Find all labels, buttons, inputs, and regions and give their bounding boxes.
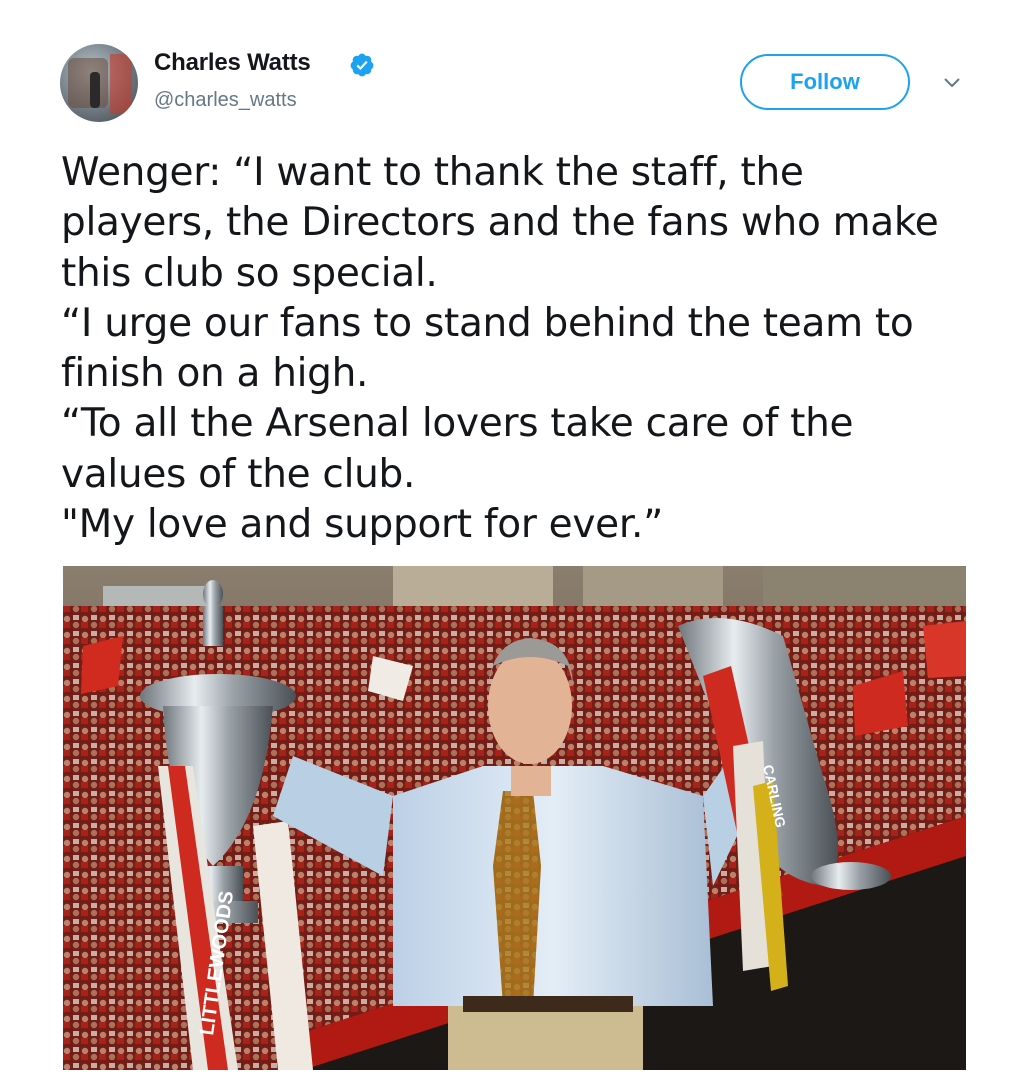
tweet-line: “I urge our fans to stand behind the tea… xyxy=(61,300,914,346)
tweet-line: players, the Directors and the fans who … xyxy=(61,200,939,246)
tweet-photo[interactable]: LITTLEWOODS CARLING xyxy=(63,566,966,1070)
avatar[interactable] xyxy=(60,44,138,122)
photo-illustration: LITTLEWOODS CARLING xyxy=(63,566,966,1070)
tweet-card: Charles Watts @charles_watts Follow Weng… xyxy=(0,0,1024,1092)
chevron-down-icon[interactable] xyxy=(942,75,962,91)
tweet-line: values of the club. xyxy=(61,451,416,497)
tweet-line: Wenger: “I want to thank the staff, the xyxy=(61,150,804,195)
tweet-text: Wenger: “I want to thank the staff, the … xyxy=(61,148,981,550)
tweet-line: "My love and support for ever.” xyxy=(61,502,663,548)
follow-button[interactable]: Follow xyxy=(740,54,910,110)
tweet-line: this club so special. xyxy=(61,250,438,296)
author-handle[interactable]: @charles_watts xyxy=(154,89,297,112)
verified-badge-icon xyxy=(350,53,374,77)
tweet-line: finish on a high. xyxy=(61,351,369,397)
tweet-line: “To all the Arsenal lovers take care of … xyxy=(61,401,854,447)
author-name[interactable]: Charles Watts xyxy=(154,49,311,77)
